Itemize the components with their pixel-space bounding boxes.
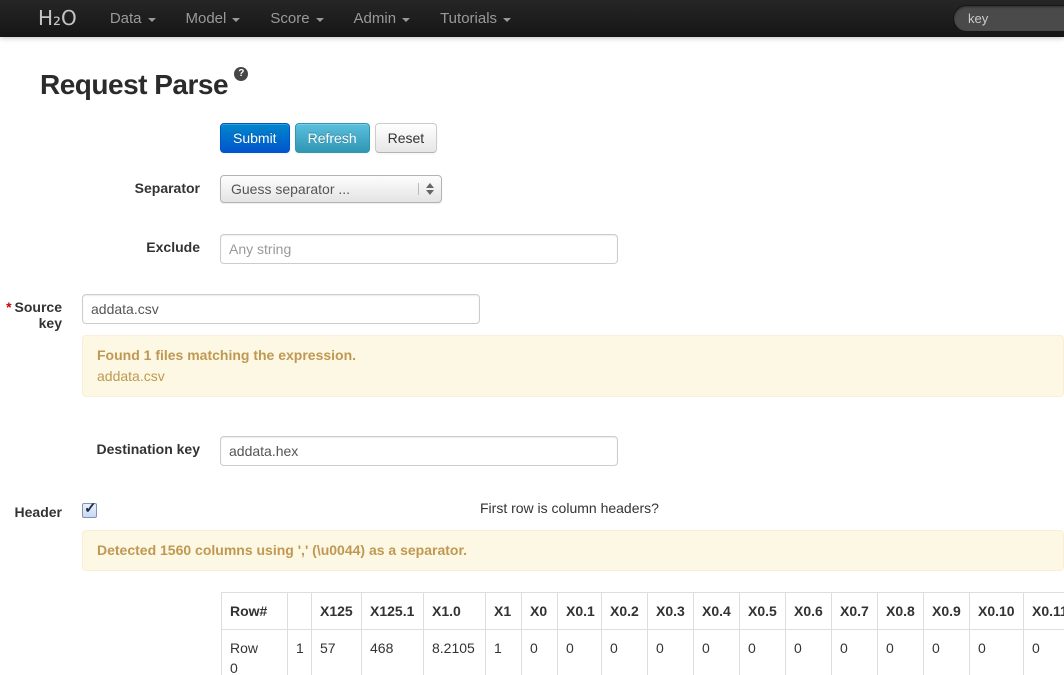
header-label: Header [0, 499, 62, 571]
nav-item-data[interactable]: Data [95, 0, 171, 37]
parse-preview-table: Row# X125 X125.1 X1.0 X1 X0 X0.1 X0.2 X0… [221, 592, 1064, 675]
separator-selected-value: Guess separator ... [231, 181, 418, 197]
separator-detected-alert: Detected 1560 columns using ',' (\u0044)… [82, 530, 1064, 571]
table-cell: 0 [878, 630, 924, 675]
destination-key-group: Destination key [0, 436, 1064, 466]
header-hint: First row is column headers? [480, 499, 659, 518]
page-title: Request Parse? [40, 69, 1064, 101]
column-header: X0.6 [786, 593, 832, 630]
table-header-row: Row# X125 X125.1 X1.0 X1 X0 X0.1 X0.2 X0… [222, 593, 1064, 630]
column-header [288, 593, 312, 630]
column-header: X125.1 [362, 593, 424, 630]
table-cell: 0 [740, 630, 786, 675]
column-header: X0.4 [694, 593, 740, 630]
caret-down-icon [148, 18, 156, 22]
table-cell: 0 [970, 630, 1024, 675]
nav-item-score[interactable]: Score [255, 0, 338, 37]
navbar-search [953, 5, 1064, 32]
source-key-group: *Source key Found 1 files matching the e… [0, 294, 1064, 397]
table-cell: 468 [362, 630, 424, 675]
table-cell: 0 [832, 630, 878, 675]
alert-title: Found 1 files matching the expression. [97, 345, 1049, 366]
column-header: X125 [312, 593, 362, 630]
column-header: X0.2 [602, 593, 648, 630]
table-cell: 1 [486, 630, 522, 675]
column-header: X0.5 [740, 593, 786, 630]
table-cell: 0 [1024, 630, 1064, 675]
column-header: X1.0 [424, 593, 486, 630]
separator-select[interactable]: Guess separator ... [220, 175, 442, 203]
form-actions: Submit Refresh Reset [220, 123, 1064, 153]
refresh-button[interactable]: Refresh [295, 123, 370, 153]
column-header: X0 [522, 593, 558, 630]
source-key-alert: Found 1 files matching the expression. a… [82, 335, 1064, 397]
h2o-logo[interactable]: H₂O [38, 0, 77, 37]
reset-button[interactable]: Reset [375, 123, 438, 153]
header-checkbox[interactable] [82, 503, 97, 518]
column-header: Row# [222, 593, 288, 630]
column-header: X0.3 [648, 593, 694, 630]
destination-key-input[interactable] [220, 436, 618, 466]
table-row: Row 0 1 57 468 8.2105 1 0 0 0 0 0 0 0 0 … [222, 630, 1064, 675]
column-header: X0.10 [970, 593, 1024, 630]
search-input[interactable] [953, 5, 1064, 32]
alert-matched-file: addata.csv [97, 366, 1049, 387]
exclude-label: Exclude [0, 234, 200, 264]
exclude-group: Exclude [0, 234, 1064, 264]
table-cell: 0 [694, 630, 740, 675]
submit-button[interactable]: Submit [220, 123, 290, 153]
column-header: X1 [486, 593, 522, 630]
caret-down-icon [402, 18, 410, 22]
table-cell: 0 [558, 630, 602, 675]
table-cell: Row 0 [222, 630, 288, 675]
source-key-input[interactable] [82, 294, 480, 324]
separator-label: Separator [0, 175, 200, 203]
column-header: X0.8 [878, 593, 924, 630]
column-header: X0.11 [1024, 593, 1064, 630]
header-group: Header First row is column headers? Dete… [0, 499, 1064, 571]
table-cell: 57 [312, 630, 362, 675]
caret-down-icon [316, 18, 324, 22]
table-cell: 1 [288, 630, 312, 675]
column-header: X0.7 [832, 593, 878, 630]
required-asterisk: * [6, 299, 11, 315]
top-navbar: H₂O Data Model Score Admin Tutorials [0, 0, 1064, 37]
table-cell: 0 [786, 630, 832, 675]
table-cell: 0 [522, 630, 558, 675]
nav-item-tutorials[interactable]: Tutorials [425, 0, 526, 37]
source-key-label: *Source key [0, 294, 62, 397]
column-header: X0.9 [924, 593, 970, 630]
table-cell: 0 [924, 630, 970, 675]
separator-group: Separator Guess separator ... [0, 175, 1064, 203]
alert-detected-text: Detected 1560 columns using ',' (\u0044)… [97, 542, 467, 558]
table-cell: 0 [602, 630, 648, 675]
column-header: X0.1 [558, 593, 602, 630]
help-icon[interactable]: ? [234, 67, 248, 81]
select-arrows-icon [418, 183, 434, 195]
destination-key-label: Destination key [0, 436, 200, 466]
table-cell: 8.2105 [424, 630, 486, 675]
caret-down-icon [503, 18, 511, 22]
exclude-input[interactable] [220, 234, 618, 264]
nav-item-model[interactable]: Model [171, 0, 256, 37]
nav-item-admin[interactable]: Admin [339, 0, 426, 37]
table-cell: 0 [648, 630, 694, 675]
caret-down-icon [232, 18, 240, 22]
